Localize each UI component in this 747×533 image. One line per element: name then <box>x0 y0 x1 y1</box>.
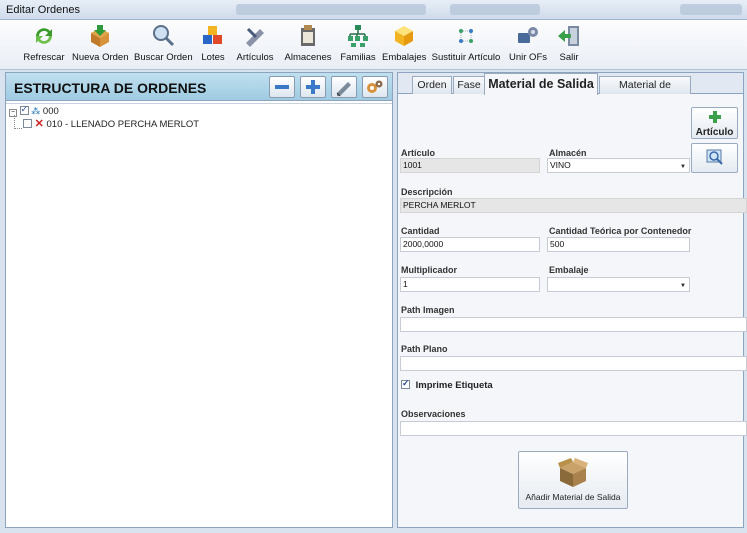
cantidad-label: Cantidad <box>401 226 440 236</box>
blurred-taskbar-item <box>236 4 426 15</box>
articles-button[interactable]: Artículos <box>232 23 278 67</box>
observaciones-label: Observaciones <box>401 409 466 419</box>
blurred-taskbar-item <box>450 4 540 15</box>
add-plus-icon <box>708 111 721 123</box>
packaging-icon <box>395 26 413 46</box>
toolbar-label: Artículos <box>236 52 274 63</box>
toolbar-label: Buscar Orden <box>134 52 193 63</box>
merge-orders-icon <box>518 27 538 43</box>
batches-button[interactable]: Lotes <box>198 23 228 67</box>
tab-fase[interactable]: Fase <box>453 76 485 94</box>
exit-icon <box>558 26 579 46</box>
articulo-field[interactable]: 1001 <box>400 158 540 173</box>
imprime-etiqueta-label: Imprime Etiqueta <box>415 380 493 391</box>
packaging-button[interactable]: Embalajes <box>382 23 426 67</box>
path-imagen-field[interactable] <box>400 317 747 332</box>
descripcion-field[interactable]: PERCHA MERLOT <box>400 198 747 213</box>
window-title: Editar Ordenes <box>6 4 80 16</box>
open-box-icon <box>558 458 588 487</box>
toolbar-label: Refrescar <box>23 52 65 63</box>
edit-pen-icon <box>336 82 351 97</box>
add-node-button[interactable] <box>300 76 326 98</box>
root-checkbox[interactable] <box>19 104 29 115</box>
almacen-label: Almacén <box>549 148 587 158</box>
error-x-icon: ✕ <box>34 118 44 130</box>
toolbar-label: Unir OFs <box>509 52 547 63</box>
magnifier-icon <box>706 149 723 165</box>
material-salida-form: Artículo Artículo 1001 Almacén VINO Desc… <box>398 95 747 527</box>
new-order-button[interactable]: Nueva Orden <box>72 23 129 67</box>
order-tree: − ⁂ 000 ✕ 010 - LLENADO PERCHA MERLOT <box>6 103 392 527</box>
tree-node-label: 000 <box>42 106 59 117</box>
search-order-icon <box>153 25 175 47</box>
multiplicador-label: Multiplicador <box>401 265 457 275</box>
order-structure-header: ESTRUCTURA DE ORDENES <box>6 73 392 101</box>
articulo-button-label: Artículo <box>695 127 734 138</box>
merge-orders-button[interactable]: Unir OFs <box>506 23 550 67</box>
refresh-button[interactable]: Refrescar <box>22 23 66 67</box>
gears-icon <box>367 80 383 93</box>
cantidad-teorica-field[interactable]: 500 <box>547 237 690 252</box>
embalaje-label: Embalaje <box>549 265 589 275</box>
new-order-icon <box>91 25 109 47</box>
main-toolbar: Refrescar Nueva Orden Buscar Orden Lotes… <box>0 20 747 70</box>
add-material-salida-button[interactable]: Añadir Material de Salida <box>518 451 628 509</box>
imprime-etiqueta-checkbox[interactable] <box>401 378 410 389</box>
embalaje-select[interactable] <box>547 277 690 293</box>
tree-node-label: 010 - LLENADO PERCHA MERLOT <box>46 119 200 130</box>
toolbar-label: Embalajes <box>382 52 427 63</box>
exit-button[interactable]: Salir <box>554 23 584 67</box>
articles-icon <box>246 27 264 47</box>
refresh-icon <box>36 28 52 44</box>
toolbar-label: Salir <box>559 52 579 63</box>
toolbar-label: Lotes <box>201 52 225 63</box>
cantidad-field[interactable]: 2000,0000 <box>400 237 540 252</box>
articulo-label: Artículo <box>401 148 436 158</box>
families-button[interactable]: Familias <box>338 23 378 67</box>
window-title-bar: Editar Ordenes <box>0 0 747 20</box>
child-checkbox[interactable] <box>23 119 32 128</box>
edit-node-button[interactable] <box>331 76 357 98</box>
plus-icon <box>306 80 320 94</box>
search-order-button[interactable]: Buscar Orden <box>134 23 193 67</box>
blurred-taskbar-item <box>680 4 742 15</box>
tab-material-de-entrada[interactable]: Material de Entrada <box>599 76 691 107</box>
detail-tabs: Orden Fase Material de Salida Material d… <box>398 73 743 107</box>
toolbar-label: Nueva Orden <box>72 52 129 63</box>
articulo-lookup-button[interactable]: Artículo <box>691 107 738 139</box>
families-icon <box>348 25 368 47</box>
path-imagen-label: Path Imagen <box>401 305 455 315</box>
cantidad-teorica-label: Cantidad Teórica por Contenedor <box>549 226 692 236</box>
toolbar-label: Familias <box>340 52 376 63</box>
minus-icon <box>275 85 289 89</box>
tab-orden[interactable]: Orden <box>412 76 452 94</box>
detail-panel: Orden Fase Material de Salida Material d… <box>397 72 747 528</box>
imprime-etiqueta-row[interactable]: Imprime Etiqueta <box>401 378 493 391</box>
descripcion-label: Descripción <box>401 187 453 197</box>
tree-connector-line <box>14 115 22 129</box>
observaciones-field[interactable] <box>400 421 747 436</box>
toolbar-label: Almacenes <box>284 52 332 63</box>
replace-article-button[interactable]: Sustituir Artículo <box>430 23 502 67</box>
remove-node-button[interactable] <box>269 76 295 98</box>
multiplicador-field[interactable]: 1 <box>400 277 540 292</box>
order-structure-title: ESTRUCTURA DE ORDENES <box>14 80 207 96</box>
warehouses-icon <box>301 25 315 46</box>
tree-node-child[interactable]: ✕ 010 - LLENADO PERCHA MERLOT <box>23 117 199 130</box>
batches-icon <box>203 26 222 44</box>
path-plano-field[interactable] <box>400 356 747 371</box>
add-material-salida-label: Añadir Material de Salida <box>525 492 621 502</box>
almacen-select[interactable]: VINO <box>547 158 690 174</box>
path-plano-label: Path Plano <box>401 344 448 354</box>
toolbar-label: Sustituir Artículo <box>431 52 501 63</box>
search-button[interactable] <box>691 143 738 173</box>
hierarchy-icon: ⁂ <box>31 106 41 116</box>
replace-article-icon <box>459 29 473 43</box>
settings-node-button[interactable] <box>362 76 388 98</box>
order-structure-panel: ESTRUCTURA DE ORDENES − ⁂ 000 ✕ 010 - LL… <box>5 72 393 528</box>
warehouses-button[interactable]: Almacenes <box>282 23 334 67</box>
tab-material-de-salida[interactable]: Material de Salida <box>484 73 598 95</box>
